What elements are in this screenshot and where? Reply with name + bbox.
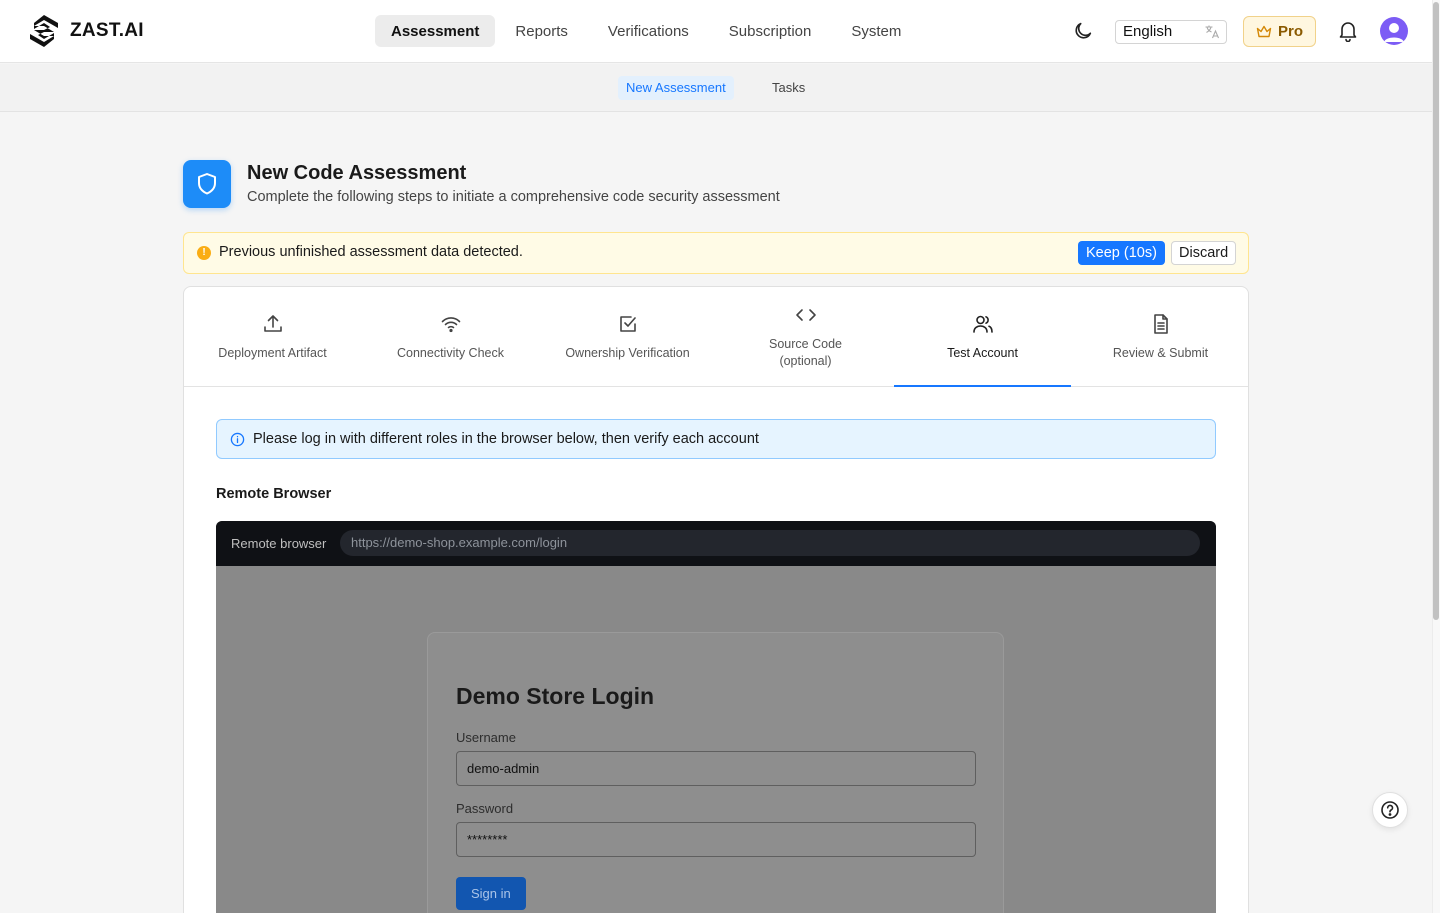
username-input[interactable]: demo-admin bbox=[456, 751, 976, 786]
scrollbar-thumb[interactable] bbox=[1433, 2, 1439, 620]
user-avatar[interactable] bbox=[1380, 17, 1408, 45]
password-label: Password bbox=[456, 801, 514, 816]
login-instructions-alert: Please log in with different roles in th… bbox=[216, 419, 1216, 459]
step-review-submit[interactable]: Review & Submit bbox=[1072, 287, 1248, 387]
keep-button[interactable]: Keep (10s) bbox=[1078, 241, 1165, 265]
language-select[interactable]: English bbox=[1115, 20, 1227, 44]
step-ownership-verification[interactable]: Ownership Verification bbox=[539, 287, 716, 387]
users-icon bbox=[973, 315, 993, 333]
help-button[interactable] bbox=[1372, 792, 1408, 828]
pro-plan-badge[interactable]: Pro bbox=[1243, 16, 1316, 47]
discard-button[interactable]: Discard bbox=[1171, 241, 1237, 265]
info-icon bbox=[230, 432, 245, 447]
assessment-card: Deployment Artifact Connectivity Check O… bbox=[183, 286, 1249, 913]
nav-assessment[interactable]: Assessment bbox=[375, 15, 496, 47]
remote-browser-title: Remote Browser bbox=[216, 486, 332, 502]
translate-icon bbox=[1205, 25, 1220, 39]
step-test-account[interactable]: Test Account bbox=[894, 287, 1071, 387]
step-label: Test Account bbox=[947, 346, 1018, 360]
page-title: New Code Assessment bbox=[247, 162, 467, 184]
step-label: Source Code bbox=[769, 337, 842, 351]
shield-icon bbox=[198, 173, 216, 195]
step-label: Deployment Artifact bbox=[218, 346, 327, 360]
page-description: Complete the following steps to initiate… bbox=[247, 189, 780, 205]
browser-url-bar[interactable]: https://demo-shop.example.com/login bbox=[340, 530, 1200, 556]
step-connectivity-check[interactable]: Connectivity Check bbox=[362, 287, 539, 387]
nav-reports[interactable]: Reports bbox=[495, 15, 588, 47]
nav-verifications[interactable]: Verifications bbox=[588, 15, 709, 47]
user-icon bbox=[1384, 23, 1404, 42]
main-nav: Assessment Reports Verifications Subscri… bbox=[375, 15, 921, 47]
alert-message: Previous unfinished assessment data dete… bbox=[219, 244, 523, 260]
password-input[interactable]: ******** bbox=[456, 822, 976, 857]
username-label: Username bbox=[456, 730, 516, 745]
sub-nav: New Assessment Tasks bbox=[0, 64, 1432, 112]
document-icon bbox=[1154, 314, 1168, 334]
code-icon bbox=[796, 309, 816, 321]
logo-icon bbox=[30, 15, 58, 47]
plan-label: Pro bbox=[1277, 23, 1303, 40]
step-source-code[interactable]: Source Code (optional) bbox=[717, 287, 894, 387]
info-message: Please log in with different roles in th… bbox=[253, 431, 759, 447]
check-square-icon bbox=[620, 316, 636, 332]
crown-icon bbox=[1256, 25, 1272, 37]
wifi-icon bbox=[441, 317, 461, 333]
remote-browser[interactable]: Remote browser https://demo-shop.example… bbox=[216, 521, 1216, 913]
unfinished-data-alert: ! Previous unfinished assessment data de… bbox=[183, 232, 1249, 274]
warning-icon: ! bbox=[197, 246, 211, 260]
nav-subscription[interactable]: Subscription bbox=[709, 15, 832, 47]
brand-name: ZAST.AI bbox=[70, 20, 144, 41]
demo-login-form: Demo Store Login Username demo-admin Pas… bbox=[427, 632, 1004, 913]
help-icon bbox=[1381, 801, 1399, 819]
browser-toolbar: Remote browser https://demo-shop.example… bbox=[216, 521, 1216, 566]
subnav-new-assessment[interactable]: New Assessment bbox=[618, 76, 734, 100]
step-label-optional: (optional) bbox=[779, 354, 832, 368]
dark-mode-icon[interactable] bbox=[1072, 20, 1094, 42]
login-title: Demo Store Login bbox=[456, 683, 655, 709]
steps-bar: Deployment Artifact Connectivity Check O… bbox=[184, 287, 1248, 387]
step-label: Review & Submit bbox=[1112, 346, 1209, 360]
top-navbar: ZAST.AI Assessment Reports Verifications… bbox=[0, 0, 1432, 63]
step-deployment-artifact[interactable]: Deployment Artifact bbox=[184, 287, 361, 387]
upload-icon bbox=[264, 315, 282, 332]
nav-system[interactable]: System bbox=[831, 15, 921, 47]
brand-logo[interactable]: ZAST.AI bbox=[28, 14, 144, 48]
sign-in-button[interactable]: Sign in bbox=[456, 877, 526, 910]
subnav-tasks[interactable]: Tasks bbox=[764, 76, 813, 100]
browser-label: Remote browser bbox=[231, 536, 327, 551]
notification-bell-icon[interactable] bbox=[1338, 20, 1358, 42]
page-header-icon bbox=[183, 160, 231, 208]
step-label: Connectivity Check bbox=[397, 346, 504, 360]
language-value: English bbox=[1123, 23, 1173, 40]
step-label: Ownership Verification bbox=[565, 346, 690, 360]
